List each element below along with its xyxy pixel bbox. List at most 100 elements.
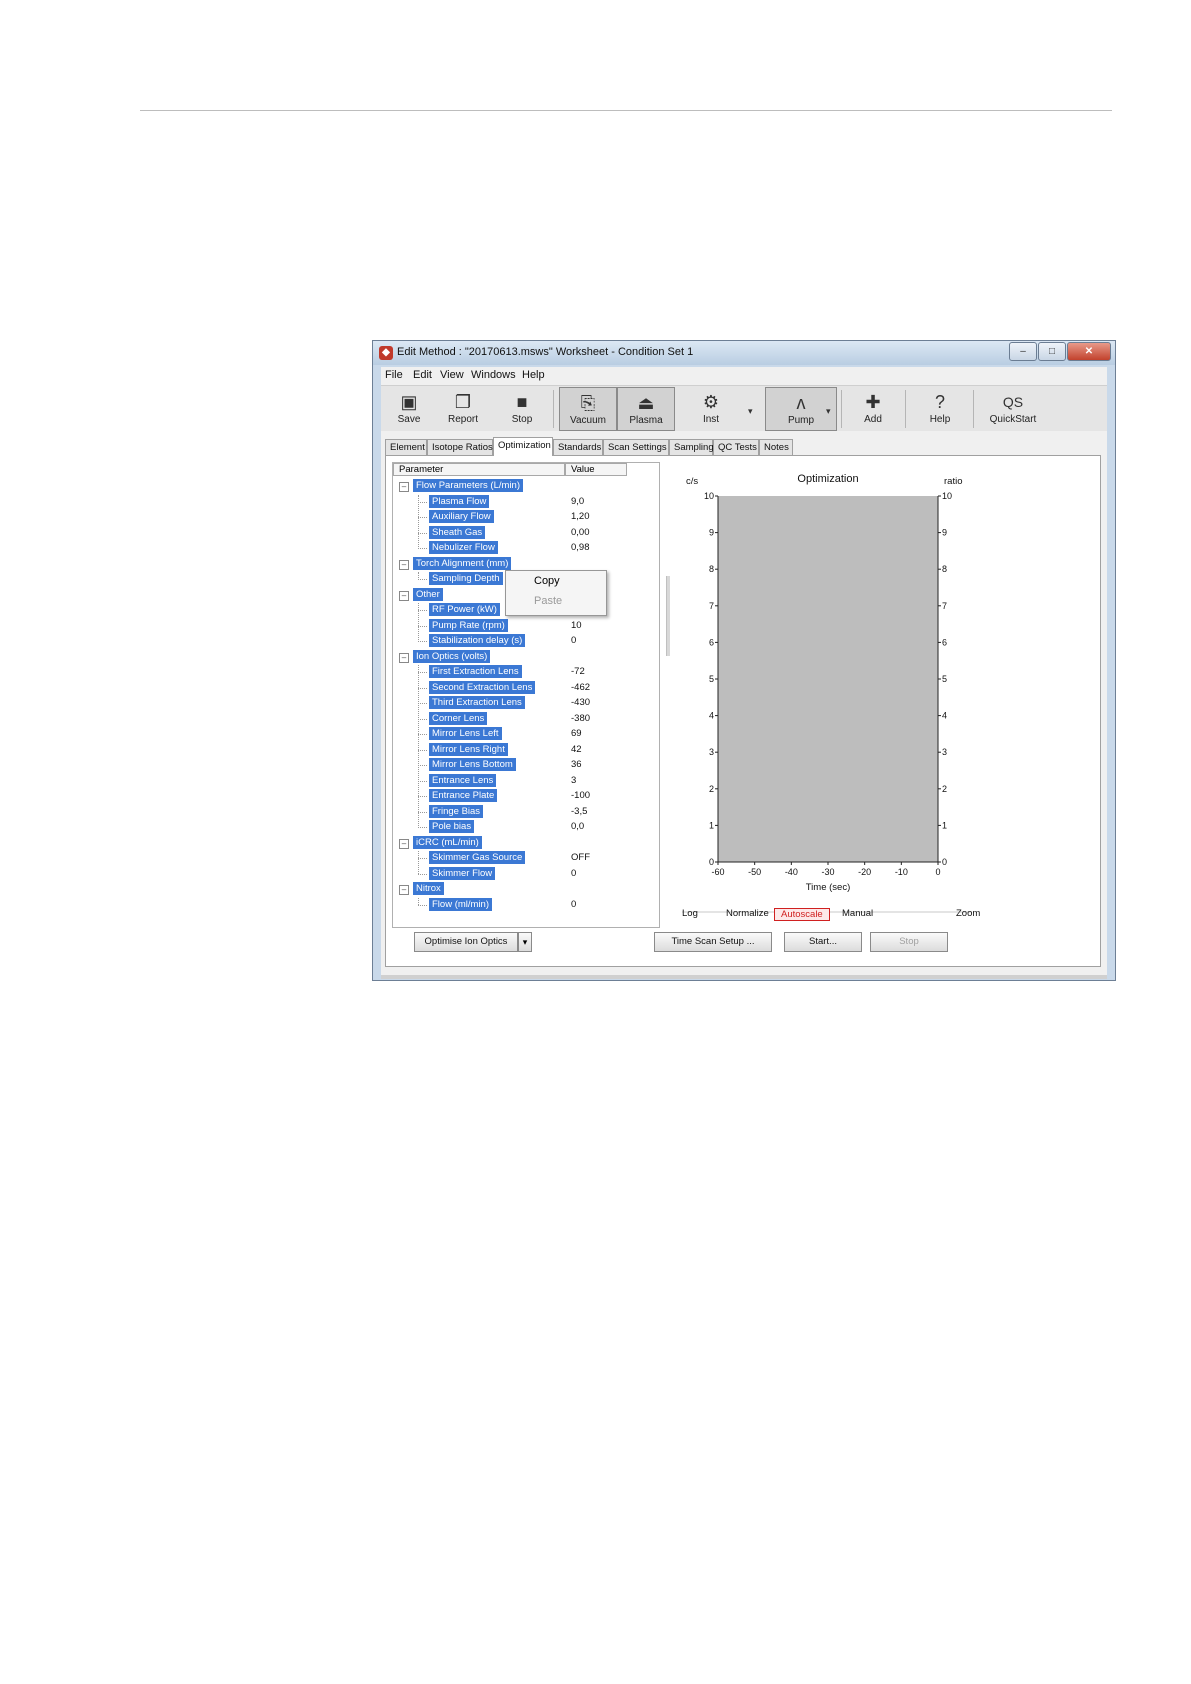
tree-row[interactable]: Entrance Plate xyxy=(429,789,498,804)
parameter-value[interactable]: 42 xyxy=(571,744,582,755)
tree-row[interactable]: RF Power (kW) xyxy=(429,603,500,618)
parameter-value[interactable]: 3 xyxy=(571,775,576,786)
stop-toolbar-button[interactable]: ■ Stop xyxy=(505,387,539,431)
tree-row[interactable]: Stabilization delay (s) xyxy=(429,634,526,649)
parameter-value[interactable]: 9,0 xyxy=(571,496,584,507)
menu-edit[interactable]: Edit xyxy=(413,369,432,381)
menu-help[interactable]: Help xyxy=(522,369,545,381)
tree-connector xyxy=(418,579,427,580)
tab-notes[interactable]: Notes xyxy=(759,439,793,455)
parameter-value[interactable]: 0,98 xyxy=(571,542,590,553)
parameter-value[interactable]: OFF xyxy=(571,852,590,863)
optimise-ion-optics-button[interactable]: Optimise Ion Optics xyxy=(414,932,518,952)
scale-log[interactable]: Log xyxy=(682,908,698,919)
tree-collapse-toggle[interactable]: – xyxy=(399,838,409,849)
tree-group[interactable]: Flow Parameters (L/min) xyxy=(413,479,523,494)
tree-collapse-toggle[interactable]: – xyxy=(399,590,409,601)
minimize-button[interactable]: – xyxy=(1009,342,1037,361)
tree-row[interactable]: Flow (ml/min) xyxy=(429,897,492,913)
parameter-value[interactable]: -72 xyxy=(571,666,585,677)
tree-group[interactable]: Nitrox xyxy=(413,882,444,897)
inst-dropdown-arrow[interactable]: ▾ xyxy=(748,406,753,417)
chart-zoom[interactable]: Zoom xyxy=(956,908,980,919)
save-button[interactable]: ▣ Save xyxy=(391,387,427,431)
tree-row[interactable]: Pole bias xyxy=(429,820,475,835)
tree-group[interactable]: Torch Alignment (mm) xyxy=(413,556,512,572)
column-header-parameter[interactable]: Parameter xyxy=(393,463,565,476)
tree-row[interactable]: Mirror Lens Right xyxy=(429,742,508,758)
tree-group[interactable]: iCRC (mL/min) xyxy=(413,835,482,851)
parameter-value[interactable]: -3,5 xyxy=(571,806,587,817)
column-header-value[interactable]: Value xyxy=(565,463,627,476)
maximize-button[interactable]: □ xyxy=(1038,342,1066,361)
pump-dropdown-arrow[interactable]: ▾ xyxy=(826,406,831,417)
tree-row[interactable]: Entrance Lens xyxy=(429,773,497,789)
tree-row[interactable]: Auxiliary Flow xyxy=(429,510,494,525)
tree-row[interactable]: Skimmer Flow xyxy=(429,866,496,882)
tree-row[interactable]: Skimmer Gas Source xyxy=(429,851,526,866)
tree-row[interactable]: Plasma Flow xyxy=(429,494,490,510)
tree-row[interactable]: Sampling Depth xyxy=(429,572,503,587)
tab-standards[interactable]: Standards xyxy=(553,439,603,455)
tree-row[interactable]: Nebulizer Flow xyxy=(429,541,498,556)
context-copy[interactable]: Copy xyxy=(534,575,560,587)
tree-row[interactable]: Mirror Lens Left xyxy=(429,727,502,742)
menu-view[interactable]: View xyxy=(440,369,464,381)
time-scan-setup-button[interactable]: Time Scan Setup ... xyxy=(654,932,772,952)
tab-optimization[interactable]: Optimization xyxy=(493,437,553,456)
parameter-value[interactable]: 36 xyxy=(571,759,582,770)
parameter-value[interactable]: -430 xyxy=(571,697,590,708)
vacuum-button[interactable]: ⎘ Vacuum xyxy=(559,387,617,431)
tree-row[interactable]: Mirror Lens Bottom xyxy=(429,758,516,773)
optimise-dropdown-arrow[interactable]: ▾ xyxy=(518,932,532,952)
tree-collapse-toggle[interactable]: – xyxy=(399,885,409,895)
report-button[interactable]: ❐ Report xyxy=(443,387,483,431)
tree-group[interactable]: Other xyxy=(413,587,443,603)
add-button[interactable]: ✚ Add xyxy=(847,387,899,431)
parameter-value[interactable]: 0,00 xyxy=(571,527,590,538)
tree-row[interactable]: Sheath Gas xyxy=(429,525,486,541)
tab-scan-settings[interactable]: Scan Settings xyxy=(603,439,669,455)
tree-collapse-toggle[interactable]: – xyxy=(399,652,409,663)
tree-row[interactable]: First Extraction Lens xyxy=(429,665,522,680)
y-tick-label-right: 5 xyxy=(942,674,947,684)
scale-manual[interactable]: Manual xyxy=(842,908,873,919)
tree-row[interactable]: Corner Lens xyxy=(429,711,488,727)
tab-isotope-ratios[interactable]: Isotope Ratios xyxy=(427,439,493,455)
tree-group[interactable]: Ion Optics (volts) xyxy=(413,649,491,665)
tree-row[interactable]: Third Extraction Lens xyxy=(429,696,525,711)
help-button[interactable]: ? Help xyxy=(911,387,969,431)
close-button[interactable]: ✕ xyxy=(1067,342,1111,361)
plasma-button[interactable]: ⏏ Plasma xyxy=(617,387,675,431)
parameter-value[interactable]: 1,20 xyxy=(571,511,590,522)
scale-autoscale[interactable]: Autoscale xyxy=(774,908,830,921)
parameter-value[interactable]: 0 xyxy=(571,868,576,879)
tree-collapse-toggle[interactable]: – xyxy=(399,482,409,492)
scale-normalize[interactable]: Normalize xyxy=(726,908,769,919)
menu-file[interactable]: File xyxy=(385,369,403,381)
context-paste[interactable]: Paste xyxy=(534,595,562,607)
tab-sampling[interactable]: Sampling xyxy=(669,439,714,455)
menu-windows[interactable]: Windows xyxy=(471,369,516,381)
tree-row[interactable]: Pump Rate (rpm) xyxy=(429,618,508,634)
parameter-value[interactable]: -100 xyxy=(571,790,590,801)
start-button[interactable]: Start... xyxy=(784,932,862,952)
parameter-value[interactable]: 0,0 xyxy=(571,821,584,832)
panel-splitter-handle[interactable] xyxy=(666,576,670,656)
tree-row[interactable]: Second Extraction Lens xyxy=(429,680,536,696)
stop-button[interactable]: Stop xyxy=(870,932,948,952)
title-bar[interactable]: ◆ Edit Method : "20170613.msws" Workshee… xyxy=(373,341,1115,365)
tab-qc-tests[interactable]: QC Tests xyxy=(713,439,759,455)
parameter-value[interactable]: -380 xyxy=(571,713,590,724)
parameter-value[interactable]: 0 xyxy=(571,899,576,910)
inst-button[interactable]: ⚙ Inst xyxy=(685,387,737,431)
tree-row[interactable]: Fringe Bias xyxy=(429,804,484,820)
tab-element[interactable]: Element xyxy=(385,439,427,455)
tree-collapse-toggle[interactable]: – xyxy=(399,559,409,570)
quickstart-button[interactable]: QS QuickStart xyxy=(979,387,1047,431)
parameter-value[interactable]: 0 xyxy=(571,635,576,646)
parameter-value[interactable]: 10 xyxy=(571,620,582,631)
parameter-tree[interactable]: Parameter Value – Flow Parameters (L/min)… xyxy=(392,462,660,928)
parameter-value[interactable]: -462 xyxy=(571,682,590,693)
parameter-value[interactable]: 69 xyxy=(571,728,582,739)
